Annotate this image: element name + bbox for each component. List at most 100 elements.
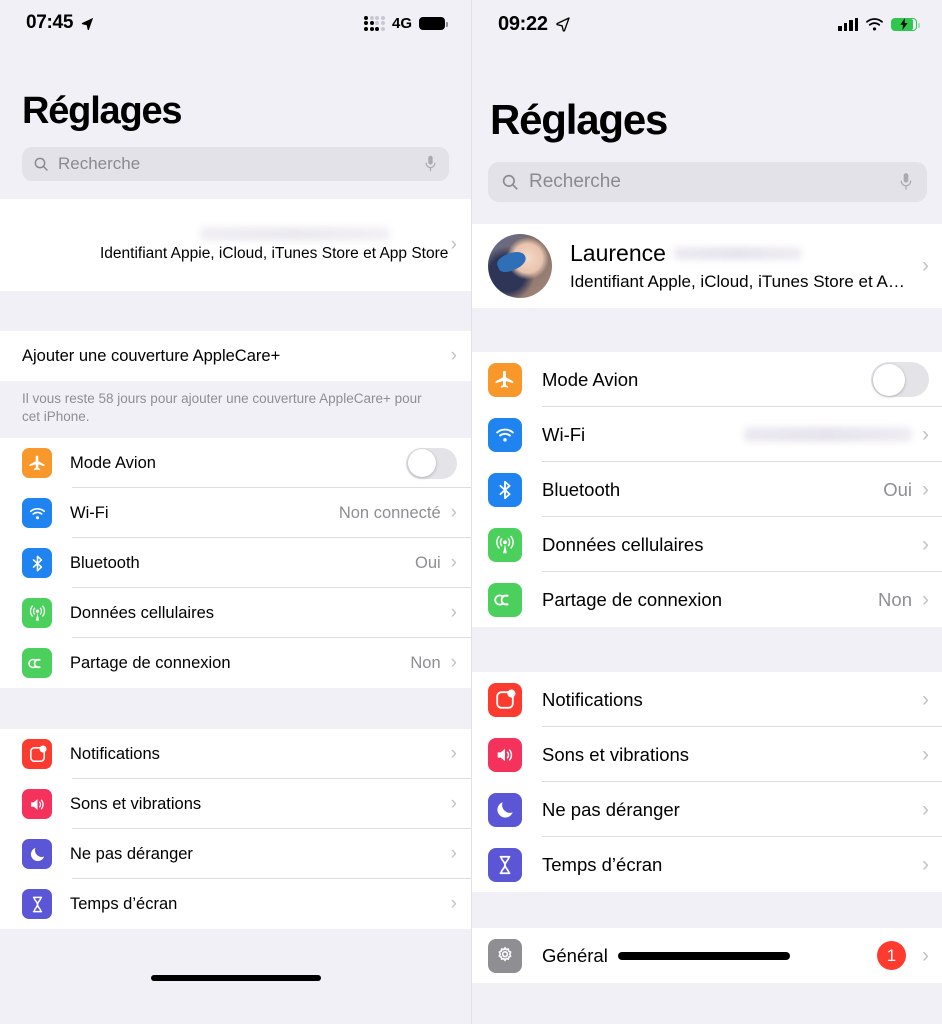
search-placeholder: Recherche	[529, 171, 621, 192]
row-label: Données cellulaires	[70, 603, 214, 622]
airplane-mode-toggle[interactable]	[871, 362, 929, 397]
settings-row-cellular-data[interactable]: Données cellulaires ›	[472, 517, 942, 572]
search-input[interactable]: Recherche	[488, 162, 927, 202]
chevron-right-icon: ›	[922, 687, 929, 711]
settings-row-personal-hotspot[interactable]: Partage de connexion Non ›	[472, 572, 942, 627]
chevron-right-icon: ›	[450, 602, 457, 623]
applecare-group: Ajouter une couverture AppleCare+ ›	[0, 331, 471, 381]
applecare-label: Ajouter une couverture AppleCare+	[22, 346, 281, 365]
row-label: Données cellulaires	[542, 533, 704, 555]
settings-row-screen-time[interactable]: Temps d’écran ›	[472, 837, 942, 892]
status-bar-right	[838, 17, 920, 32]
search-placeholder: Recherche	[58, 154, 141, 173]
status-bar-right: 4G	[364, 15, 448, 32]
cellular-signal-dots-icon	[364, 15, 385, 31]
row-label: Sons et vibrations	[542, 743, 690, 765]
settings-row-bluetooth[interactable]: Bluetooth Oui ›	[0, 538, 471, 588]
chevron-right-icon: ›	[450, 234, 457, 255]
cellular-signal-bars-icon	[838, 17, 858, 31]
hourglass-icon	[488, 847, 522, 882]
chevron-right-icon: ›	[922, 943, 929, 967]
account-subtitle: Identifiant Apple, iCloud, iTunes Store …	[570, 272, 905, 291]
personal-hotspot-icon	[22, 648, 52, 678]
airplane-icon	[488, 362, 522, 397]
right-phone-screenshot: 09:22 Réglages Recherche Laurence Identi…	[471, 0, 942, 1024]
wifi-icon	[488, 417, 522, 452]
row-label: Bluetooth	[70, 553, 140, 572]
chevron-right-icon: ›	[922, 422, 929, 446]
row-label: Temps d’écran	[70, 894, 178, 913]
row-label: Partage de connexion	[70, 653, 231, 672]
account-group: Identifiant Appie, iCloud, iTunes Store …	[0, 199, 471, 291]
notifications-icon	[22, 739, 52, 769]
settings-row-do-not-disturb[interactable]: Ne pas déranger ›	[472, 782, 942, 837]
avatar	[488, 234, 552, 298]
settings-row-sounds[interactable]: Sons et vibrations ›	[0, 779, 471, 829]
charging-bolt-icon	[900, 18, 908, 30]
search-input[interactable]: Recherche	[22, 147, 449, 181]
account-name: Laurence	[570, 240, 666, 266]
account-name-redacted	[673, 247, 802, 260]
status-bar-clock: 07:45	[26, 12, 74, 33]
chevron-right-icon: ›	[922, 742, 929, 766]
moon-icon	[22, 839, 52, 869]
row-value: Oui	[883, 478, 912, 500]
apple-account-row[interactable]: Laurence Identifiant Apple, iCloud, iTun…	[472, 224, 942, 308]
row-label: Mode Avion	[70, 453, 156, 472]
microphone-icon[interactable]	[898, 172, 914, 193]
applecare-row[interactable]: Ajouter une couverture AppleCare+ ›	[0, 331, 471, 381]
settings-row-personal-hotspot[interactable]: Partage de connexion Non ›	[0, 638, 471, 688]
row-label: Bluetooth	[542, 478, 621, 500]
battery-charging-icon	[891, 17, 920, 31]
settings-row-wifi[interactable]: Wi-Fi Non connecté ›	[0, 488, 471, 538]
settings-row-wifi[interactable]: Wi-Fi ›	[472, 407, 942, 462]
notifications-group: Notifications › Sons et vibrations › Ne …	[472, 672, 942, 892]
apple-account-row[interactable]: Identifiant Appie, iCloud, iTunes Store …	[0, 199, 471, 291]
chevron-right-icon: ›	[922, 587, 929, 611]
spacer	[0, 291, 471, 331]
settings-row-notifications[interactable]: Notifications ›	[472, 672, 942, 727]
chevron-right-icon: ›	[922, 254, 929, 277]
settings-row-screen-time[interactable]: Temps d’écran ›	[0, 879, 471, 929]
spacer	[472, 202, 942, 224]
bluetooth-icon	[488, 472, 522, 507]
chevron-right-icon: ›	[450, 345, 457, 366]
wifi-value-redacted	[744, 427, 912, 442]
row-value: Non	[410, 653, 441, 672]
row-label: Ne pas déranger	[542, 798, 680, 820]
home-indicator	[150, 975, 321, 981]
chevron-right-icon: ›	[922, 532, 929, 556]
status-bar-left: 07:45	[26, 12, 95, 34]
settings-row-notifications[interactable]: Notifications ›	[0, 729, 471, 779]
bottom-gap	[0, 929, 471, 989]
general-group: Général 1 ›	[472, 928, 942, 983]
settings-row-airplane-mode[interactable]: Mode Avion	[472, 352, 942, 407]
sound-icon	[22, 789, 52, 819]
microphone-icon[interactable]	[423, 155, 438, 174]
chevron-right-icon: ›	[922, 797, 929, 821]
chevron-right-icon: ›	[922, 477, 929, 501]
search-container: Recherche	[472, 144, 942, 202]
airplane-mode-toggle[interactable]	[406, 447, 457, 479]
cellular-antenna-icon	[22, 598, 52, 628]
account-subtitle: Identifiant Appie, iCloud, iTunes Store …	[100, 245, 449, 262]
settings-row-cellular-data[interactable]: Données cellulaires ›	[0, 588, 471, 638]
cellular-antenna-icon	[488, 527, 522, 562]
chevron-right-icon: ›	[450, 893, 457, 914]
personal-hotspot-icon	[488, 582, 522, 617]
row-value: Oui	[414, 553, 441, 572]
battery-full-icon	[419, 16, 448, 30]
applecare-note: Il vous reste 58 jours pour ajouter une …	[22, 391, 422, 424]
settings-row-sounds[interactable]: Sons et vibrations ›	[472, 727, 942, 782]
row-value: Non	[878, 588, 912, 610]
settings-row-general[interactable]: Général 1 ›	[472, 928, 942, 983]
chevron-right-icon: ›	[450, 793, 457, 814]
chevron-right-icon: ›	[450, 652, 457, 673]
settings-row-airplane-mode[interactable]: Mode Avion	[0, 438, 471, 488]
section-gap	[472, 627, 942, 672]
gear-icon	[488, 938, 522, 973]
row-label: Wi-Fi	[542, 423, 586, 445]
row-label: Notifications	[70, 744, 160, 763]
settings-row-bluetooth[interactable]: Bluetooth Oui ›	[472, 462, 942, 517]
settings-row-do-not-disturb[interactable]: Ne pas déranger ›	[0, 829, 471, 879]
